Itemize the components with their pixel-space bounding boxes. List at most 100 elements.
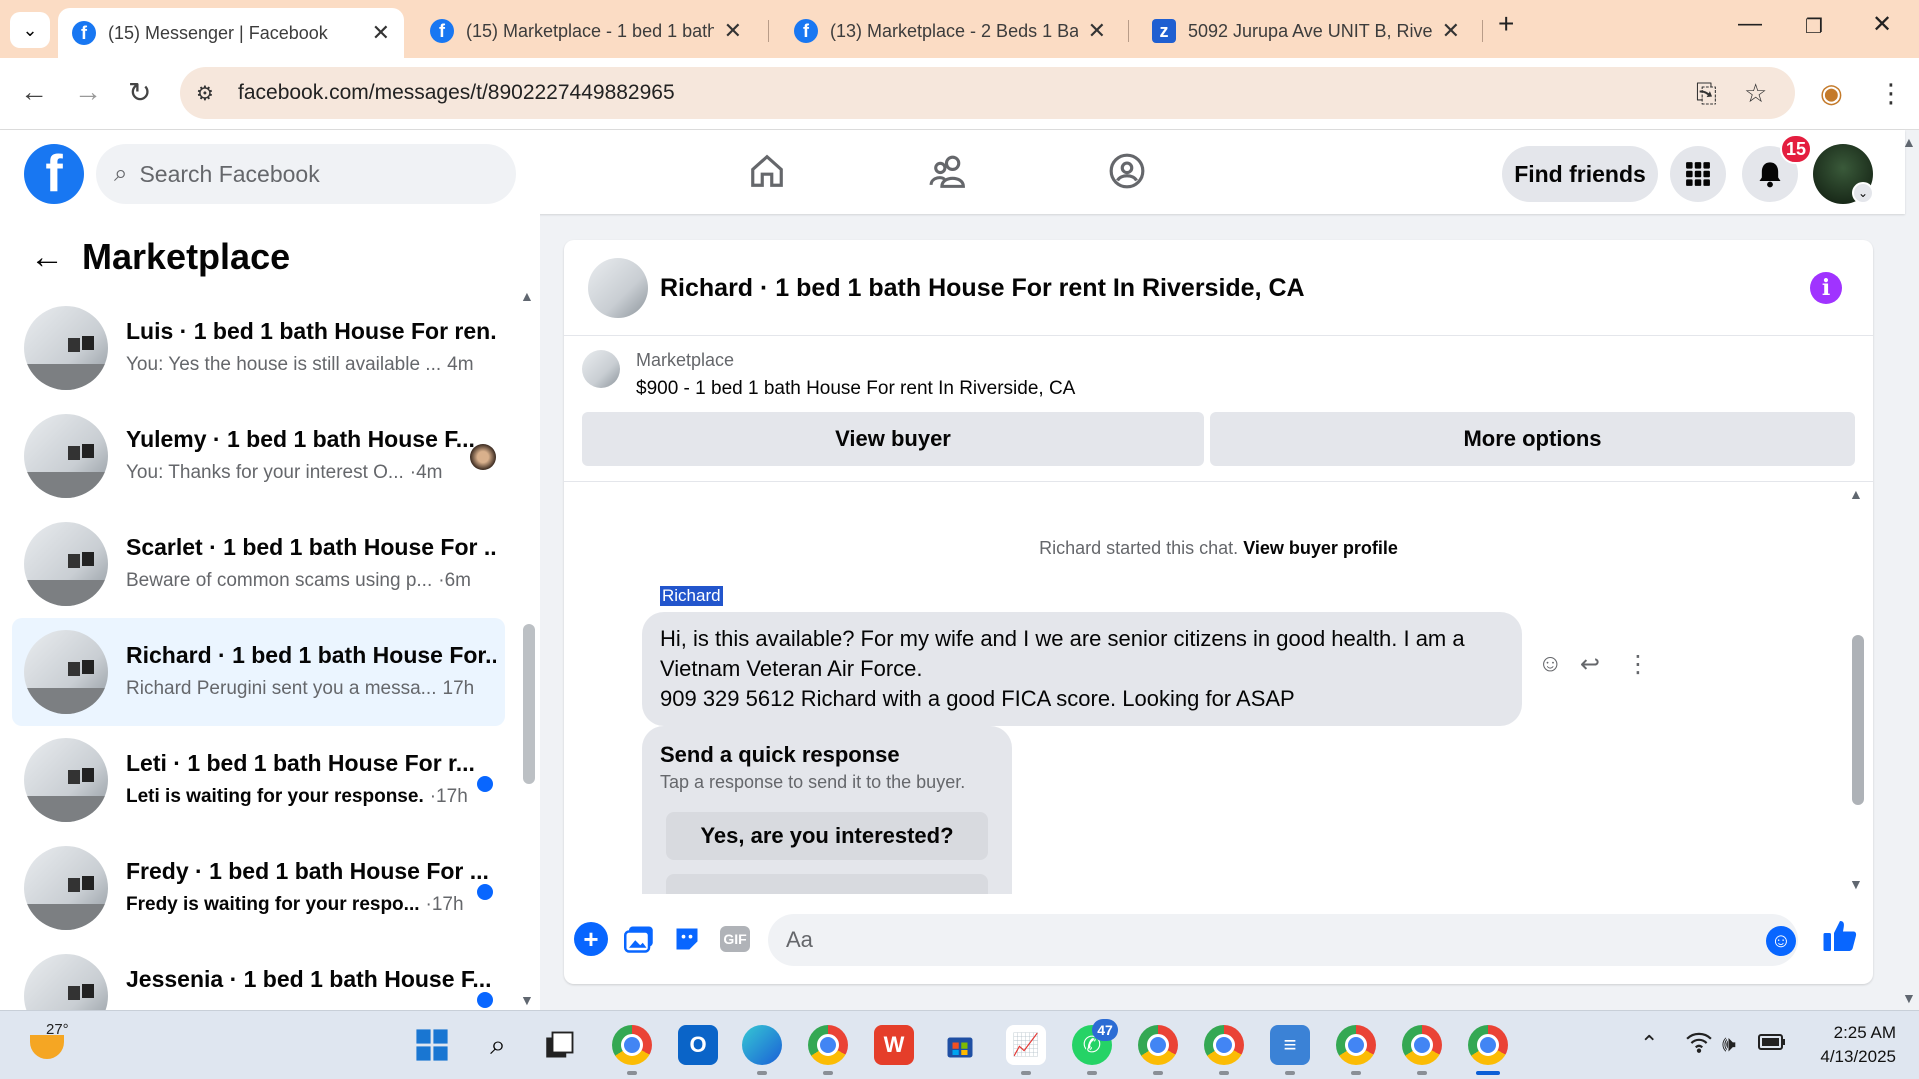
minimize-window-icon[interactable]: — — [1738, 10, 1762, 38]
browser-tab-messenger[interactable]: f (15) Messenger | Facebook ✕ — [58, 8, 404, 58]
chat-title[interactable]: Richard · 1 bed 1 bath House For rent In… — [660, 274, 1305, 303]
chrome-profile-4-icon[interactable] — [1336, 1025, 1376, 1065]
find-friends-button[interactable]: Find friends — [1502, 146, 1658, 202]
facebook-logo-icon[interactable]: f — [24, 144, 84, 204]
page-scroll-down-icon[interactable]: ▼ — [1902, 990, 1916, 1006]
view-buyer-button[interactable]: View buyer — [582, 412, 1204, 466]
conversation-item[interactable]: Leti · 1 bed 1 bath House For r... Leti i… — [12, 726, 505, 834]
system-clock[interactable]: 2:25 AM 4/13/2025 — [1800, 1021, 1896, 1069]
scroll-up-arrow-icon[interactable]: ▲ — [520, 288, 534, 304]
task-view-icon[interactable] — [540, 1025, 580, 1065]
address-bar[interactable]: ⚙ facebook.com/messages/t/89022274498829… — [180, 67, 1795, 119]
running-indicator — [627, 1071, 637, 1075]
photo-icon[interactable] — [622, 922, 656, 956]
search-input[interactable]: ⌕ Search Facebook — [96, 144, 516, 204]
info-icon[interactable]: i — [1810, 272, 1842, 304]
url-text[interactable]: facebook.com/messages/t/8902227449882965 — [238, 81, 675, 105]
close-tab-icon[interactable]: ✕ — [372, 20, 390, 46]
chrome-profile-2-icon[interactable] — [1138, 1025, 1178, 1065]
react-emoji-icon[interactable]: ☺ — [1538, 650, 1563, 678]
chat-scrollbar[interactable] — [1852, 635, 1864, 805]
battery-icon[interactable] — [1758, 1031, 1786, 1057]
back-arrow-icon[interactable]: ← — [30, 238, 64, 277]
gif-icon[interactable]: GIF — [720, 926, 750, 952]
home-icon[interactable] — [748, 152, 786, 199]
chat-scroll-down-icon[interactable]: ▼ — [1849, 876, 1863, 892]
profile-icon[interactable]: ◉ — [1820, 78, 1843, 109]
notepad-icon[interactable]: ≡ — [1270, 1025, 1310, 1065]
chrome-profile-1-icon[interactable] — [612, 1025, 652, 1065]
tab-search-chevron-icon[interactable]: ⌄ — [10, 12, 50, 48]
chrome-profile-6-icon[interactable] — [1468, 1025, 1508, 1065]
tab-separator — [768, 20, 769, 42]
chrome-icon[interactable] — [808, 1025, 848, 1065]
conversation-item[interactable]: Fredy · 1 bed 1 bath House For ... Fredy … — [12, 834, 505, 942]
quick-response-option-2[interactable] — [666, 874, 988, 894]
forward-arrow-icon[interactable]: → — [74, 76, 102, 108]
wps-office-icon[interactable]: W — [874, 1025, 914, 1065]
browser-tab-marketplace-2[interactable]: f (13) Marketplace - 2 Beds 1 Bat ✕ — [780, 8, 1120, 54]
tab-title: 5092 Jurupa Ave UNIT B, Riversi — [1188, 20, 1432, 41]
sidebar-scrollbar[interactable] — [523, 624, 535, 784]
site-info-icon[interactable]: ⚙ — [196, 81, 224, 106]
show-hidden-icons-chevron-icon[interactable]: ⌃ — [1640, 1031, 1658, 1057]
conversation-item[interactable]: Scarlet · 1 bed 1 bath House For ... Bewa… — [12, 510, 505, 618]
close-tab-icon[interactable]: ✕ — [724, 18, 742, 44]
chat-scroll-up-icon[interactable]: ▲ — [1849, 486, 1863, 502]
account-chevron-icon[interactable]: ⌄ — [1852, 182, 1874, 204]
edge-icon[interactable] — [742, 1025, 782, 1065]
listing-title[interactable]: $900 - 1 bed 1 bath House For rent In Ri… — [636, 378, 1075, 400]
more-options-button[interactable]: More options — [1210, 412, 1855, 466]
unread-dot — [477, 992, 493, 1008]
whatsapp-badge: 47 — [1092, 1019, 1118, 1041]
add-attachment-plus-icon[interactable]: + — [574, 922, 608, 956]
reload-icon[interactable]: ↻ — [128, 76, 151, 109]
chrome-profile-3-icon[interactable] — [1204, 1025, 1244, 1065]
browser-toolbar: ← → ↻ ⚙ facebook.com/messages/t/89022274… — [0, 58, 1919, 130]
thumbs-up-like-icon[interactable] — [1822, 918, 1858, 963]
chrome-profile-5-icon[interactable] — [1402, 1025, 1442, 1065]
back-arrow-icon[interactable]: ← — [20, 76, 48, 108]
message-input[interactable] — [768, 914, 1798, 966]
new-tab-plus-icon[interactable]: + — [1498, 8, 1514, 40]
close-tab-icon[interactable]: ✕ — [1088, 18, 1106, 44]
more-actions-icon[interactable]: ⋮ — [1626, 650, 1650, 679]
chat-started-notice: Richard started this chat. View buyer pr… — [564, 538, 1873, 559]
search-icon[interactable]: ⌕ — [478, 1025, 518, 1065]
menu-grid-icon[interactable] — [1670, 146, 1726, 202]
sidebar-title: Marketplace — [82, 236, 291, 277]
volume-icon[interactable]: 🕪 — [1722, 1031, 1736, 1057]
bookmark-star-icon[interactable]: ☆ — [1744, 78, 1767, 109]
tab-title: (15) Marketplace - 1 bed 1 bath — [466, 20, 714, 41]
sticker-icon[interactable] — [670, 922, 704, 956]
browser-tab-marketplace-1[interactable]: f (15) Marketplace - 1 bed 1 bath ✕ — [416, 8, 756, 54]
close-tab-icon[interactable]: ✕ — [1442, 18, 1460, 44]
reply-arrow-icon[interactable]: ↩ — [1580, 650, 1600, 679]
emoji-icon[interactable]: ☺ — [1766, 926, 1796, 956]
running-indicator — [1153, 1071, 1163, 1075]
close-window-icon[interactable]: ✕ — [1872, 10, 1892, 39]
conversation-item[interactable]: Richard · 1 bed 1 bath House For... Richa… — [12, 618, 505, 726]
view-buyer-profile-link[interactable]: View buyer profile — [1243, 538, 1398, 558]
quick-response-option[interactable]: Yes, are you interested? — [666, 812, 988, 860]
windows-start-icon[interactable] — [412, 1025, 452, 1065]
microsoft-store-icon[interactable] — [940, 1025, 980, 1065]
conversation-item[interactable]: Yulemy · 1 bed 1 bath House F... You: Tha… — [12, 402, 505, 510]
install-app-icon[interactable]: ⎘ — [1696, 78, 1717, 110]
groups-icon[interactable] — [1108, 152, 1146, 199]
wifi-icon[interactable] — [1686, 1031, 1712, 1059]
conversation-item[interactable]: Jessenia · 1 bed 1 bath House F... — [12, 942, 505, 1010]
browser-menu-icon[interactable]: ⋮ — [1878, 78, 1904, 109]
message-bubble[interactable]: Hi, is this available? For my wife and I… — [642, 612, 1522, 726]
page-scroll-up-icon[interactable]: ▲ — [1902, 134, 1916, 150]
conversation-item[interactable]: Luis · 1 bed 1 bath House For ren... You:… — [12, 294, 505, 402]
listing-thumbnail[interactable] — [582, 350, 620, 388]
scroll-down-arrow-icon[interactable]: ▼ — [520, 992, 534, 1008]
chat-avatar[interactable] — [588, 258, 648, 318]
friends-icon[interactable] — [928, 152, 968, 199]
weather-widget[interactable]: 27° — [26, 1021, 70, 1065]
restore-window-icon[interactable]: ❐ — [1805, 14, 1823, 39]
outlook-icon[interactable]: O — [678, 1025, 718, 1065]
browser-tab-zillow[interactable]: z 5092 Jurupa Ave UNIT B, Riversi ✕ — [1138, 8, 1474, 54]
stock-chart-app-icon[interactable]: 📈 — [1006, 1025, 1046, 1065]
